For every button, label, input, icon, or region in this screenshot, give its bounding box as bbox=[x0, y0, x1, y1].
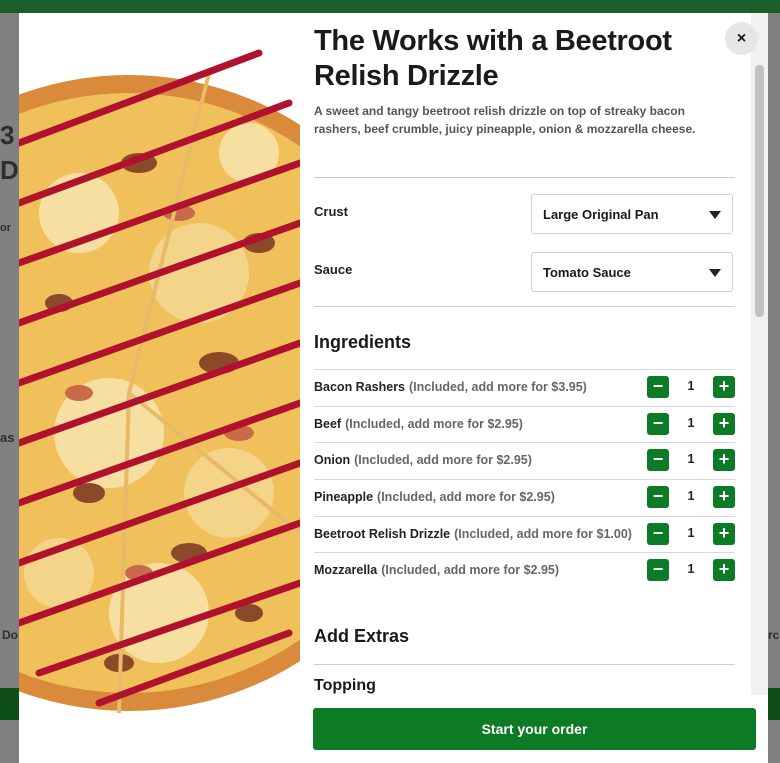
increase-button[interactable]: + bbox=[713, 449, 735, 471]
ingredient-row-mozzarella: Mozzarella (Included, add more for $2.95)… bbox=[314, 552, 735, 588]
product-description: A sweet and tangy beetroot relish drizzl… bbox=[314, 104, 696, 136]
product-details: The Works with a Beetroot Relish Drizzle… bbox=[300, 13, 768, 763]
scrollbar[interactable] bbox=[751, 13, 768, 695]
background-fragment: Do bbox=[2, 628, 18, 642]
divider bbox=[314, 664, 735, 665]
ingredient-name: Onion (Included, add more for $2.95) bbox=[314, 453, 532, 467]
product-modal: The Works with a Beetroot Relish Drizzle… bbox=[19, 13, 768, 763]
sauce-label: Sauce bbox=[314, 262, 353, 277]
crust-select-value: Large Original Pan bbox=[543, 207, 659, 222]
decrease-button[interactable]: − bbox=[647, 376, 669, 398]
quantity-value: 1 bbox=[687, 379, 695, 393]
topping-heading: Topping bbox=[314, 677, 376, 694]
quantity-stepper: − 1 + bbox=[647, 559, 735, 581]
decrease-button[interactable]: − bbox=[647, 559, 669, 581]
ingredient-note: (Included, add more for $1.00) bbox=[454, 527, 632, 541]
quantity-stepper: − 1 + bbox=[647, 523, 735, 545]
background-button bbox=[0, 688, 19, 720]
quantity-value: 1 bbox=[687, 452, 695, 466]
quantity-stepper: − 1 + bbox=[647, 486, 735, 508]
background-fragment: as bbox=[0, 430, 15, 445]
ingredient-note: (Included, add more for $2.95) bbox=[381, 563, 560, 577]
ingredient-note: (Included, add more for $3.95) bbox=[409, 380, 587, 394]
ingredient-note: (Included, add more for $2.95) bbox=[377, 490, 555, 504]
decrease-button[interactable]: − bbox=[647, 523, 669, 545]
quantity-value: 1 bbox=[687, 562, 695, 576]
quantity-stepper: − 1 + bbox=[647, 449, 735, 471]
ingredient-row-pineapple: Pineapple (Included, add more for $2.95) … bbox=[314, 479, 735, 515]
details-scroll-area[interactable]: The Works with a Beetroot Relish Drizzle… bbox=[300, 13, 751, 695]
decrease-button[interactable]: − bbox=[647, 486, 669, 508]
modal-footer: Start your order bbox=[300, 695, 768, 763]
divider bbox=[314, 177, 735, 178]
sauce-select[interactable]: Tomato Sauce bbox=[531, 252, 733, 292]
increase-button[interactable]: + bbox=[713, 413, 735, 435]
ingredient-name: Beetroot Relish Drizzle (Included, add mo… bbox=[314, 527, 632, 541]
increase-button[interactable]: + bbox=[713, 523, 735, 545]
quantity-stepper: − 1 + bbox=[647, 413, 735, 435]
ingredient-row-beetroot-relish-drizzle: Beetroot Relish Drizzle (Included, add mo… bbox=[314, 516, 735, 552]
background-button bbox=[768, 688, 780, 720]
ingredients-heading: Ingredients bbox=[314, 332, 412, 352]
quantity-value: 1 bbox=[687, 526, 695, 540]
chevron-down-icon bbox=[709, 269, 721, 277]
start-order-button[interactable]: Start your order bbox=[313, 708, 756, 750]
chevron-down-icon bbox=[709, 211, 721, 219]
ingredient-note: (Included, add more for $2.95) bbox=[345, 417, 523, 431]
close-icon[interactable]: × bbox=[725, 22, 758, 55]
increase-button[interactable]: + bbox=[713, 559, 735, 581]
sauce-select-value: Tomato Sauce bbox=[543, 265, 631, 280]
divider bbox=[314, 306, 735, 307]
scrollbar-thumb[interactable] bbox=[755, 65, 764, 317]
ingredient-row-bacon-rashers: Bacon Rashers (Included, add more for $3.… bbox=[314, 369, 735, 405]
background-fragment: D bbox=[0, 155, 19, 185]
ingredient-name: Bacon Rashers (Included, add more for $3.… bbox=[314, 380, 587, 394]
quantity-value: 1 bbox=[687, 489, 695, 503]
product-title: The Works with a Beetroot Relish Drizzle bbox=[314, 25, 672, 92]
decrease-button[interactable]: − bbox=[647, 413, 669, 435]
crust-label: Crust bbox=[314, 204, 348, 219]
background-fragment: or bbox=[0, 222, 11, 234]
ingredient-row-beef: Beef (Included, add more for $2.95) − 1 + bbox=[314, 406, 735, 442]
background-fragment: rc bbox=[768, 628, 780, 642]
quantity-stepper: − 1 + bbox=[647, 376, 735, 398]
ingredient-row-onion: Onion (Included, add more for $2.95) − 1 … bbox=[314, 442, 735, 478]
crust-select[interactable]: Large Original Pan bbox=[531, 194, 733, 234]
ingredient-name: Beef (Included, add more for $2.95) bbox=[314, 417, 523, 431]
ingredient-name: Pineapple (Included, add more for $2.95) bbox=[314, 490, 555, 504]
ingredient-note: (Included, add more for $2.95) bbox=[354, 453, 532, 467]
increase-button[interactable]: + bbox=[713, 376, 735, 398]
ingredient-name: Mozzarella (Included, add more for $2.95) bbox=[314, 563, 560, 577]
increase-button[interactable]: + bbox=[713, 486, 735, 508]
decrease-button[interactable]: − bbox=[647, 449, 669, 471]
pizza-illustration bbox=[19, 13, 300, 763]
background-fragment: 3 bbox=[0, 120, 15, 150]
quantity-value: 1 bbox=[687, 416, 695, 430]
background-header-bar bbox=[0, 0, 780, 13]
pizza-image bbox=[19, 13, 300, 763]
add-extras-heading: Add Extras bbox=[314, 626, 410, 646]
